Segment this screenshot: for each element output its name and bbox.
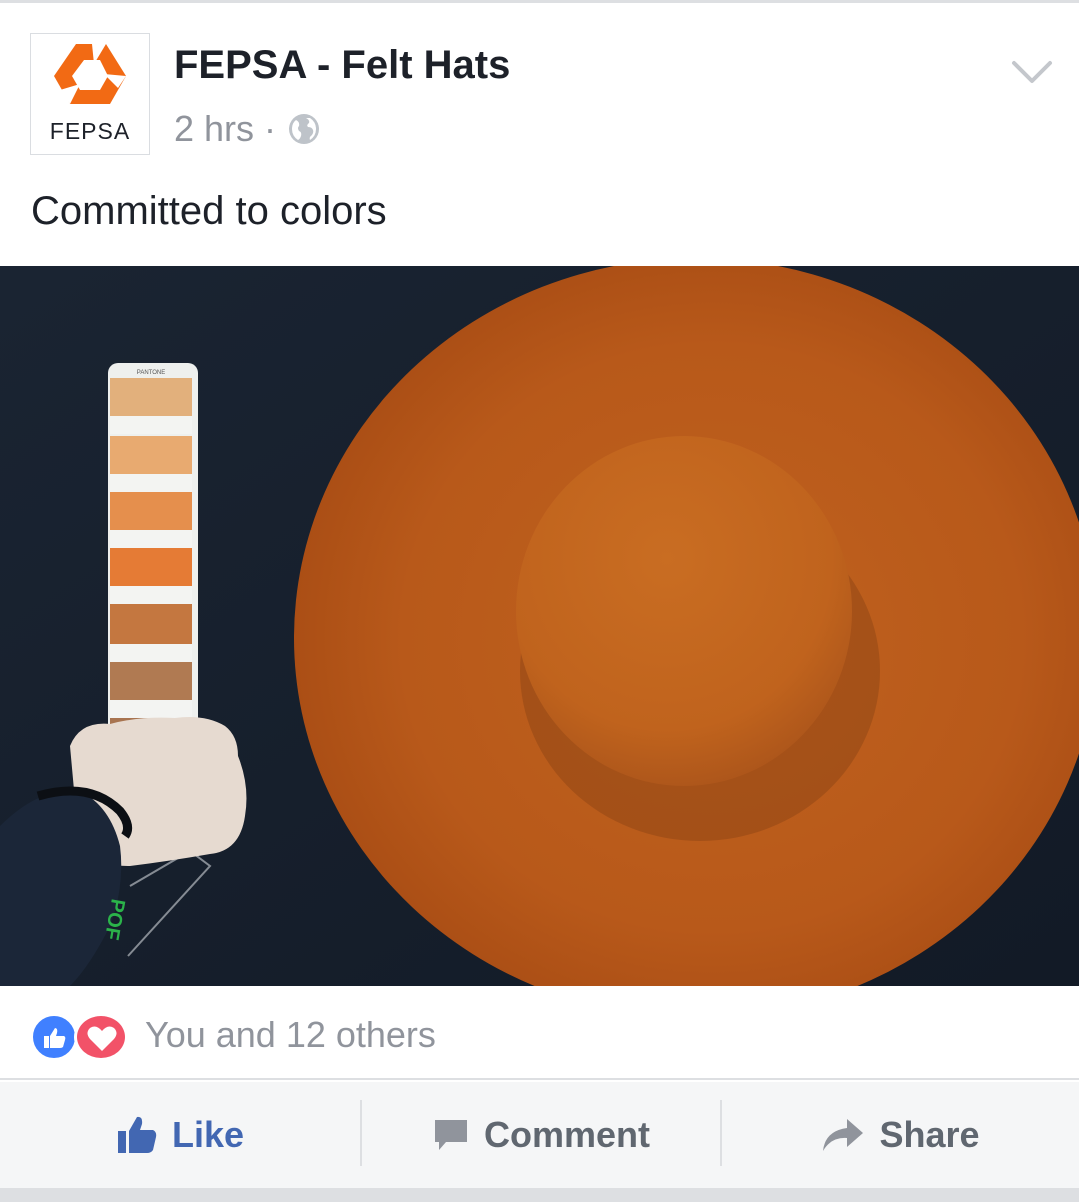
reactions-summary[interactable]: You and 12 others bbox=[145, 1014, 436, 1056]
like-label: Like bbox=[171, 1114, 245, 1155]
meta-separator: · bbox=[264, 108, 277, 149]
page-avatar[interactable]: FEPSA bbox=[30, 33, 150, 155]
page-name-link[interactable]: FEPSA - Felt Hats bbox=[174, 43, 510, 88]
share-button[interactable]: Share bbox=[722, 1082, 1079, 1188]
post-photo[interactable]: PANTONE POF bbox=[0, 266, 1079, 986]
post-text: Committed to colors bbox=[31, 189, 387, 233]
comment-bubble-icon bbox=[434, 1120, 467, 1150]
like-reaction-icon bbox=[30, 1013, 78, 1061]
feed-separator bbox=[0, 1188, 1079, 1202]
post-timestamp[interactable]: 2 hrs bbox=[174, 108, 254, 150]
share-label: Share bbox=[879, 1114, 980, 1155]
pantone-swatch-strip: PANTONE bbox=[108, 363, 198, 758]
avatar-logo-text: FEPSA bbox=[49, 118, 131, 144]
swatch-brand-label: PANTONE bbox=[137, 370, 165, 376]
chevron-down-icon[interactable] bbox=[1010, 57, 1054, 89]
post-header: FEPSA FEPSA - Felt Hats 2 hrs · Committe… bbox=[0, 3, 1079, 263]
reactions-bar[interactable]: You and 12 others bbox=[0, 986, 1079, 1080]
share-arrow-icon bbox=[823, 1119, 864, 1151]
like-button[interactable]: Like bbox=[0, 1082, 360, 1188]
globe-icon bbox=[289, 114, 320, 144]
love-reaction-icon bbox=[74, 1013, 128, 1061]
comment-button[interactable]: Comment bbox=[362, 1082, 720, 1188]
post-action-bar: Like Comment Share bbox=[0, 1082, 1079, 1188]
thumbs-up-icon bbox=[117, 1116, 157, 1153]
post-meta: 2 hrs · bbox=[174, 107, 320, 151]
hat-photo-illustration: PANTONE POF bbox=[0, 266, 1079, 986]
comment-label: Comment bbox=[483, 1114, 650, 1155]
